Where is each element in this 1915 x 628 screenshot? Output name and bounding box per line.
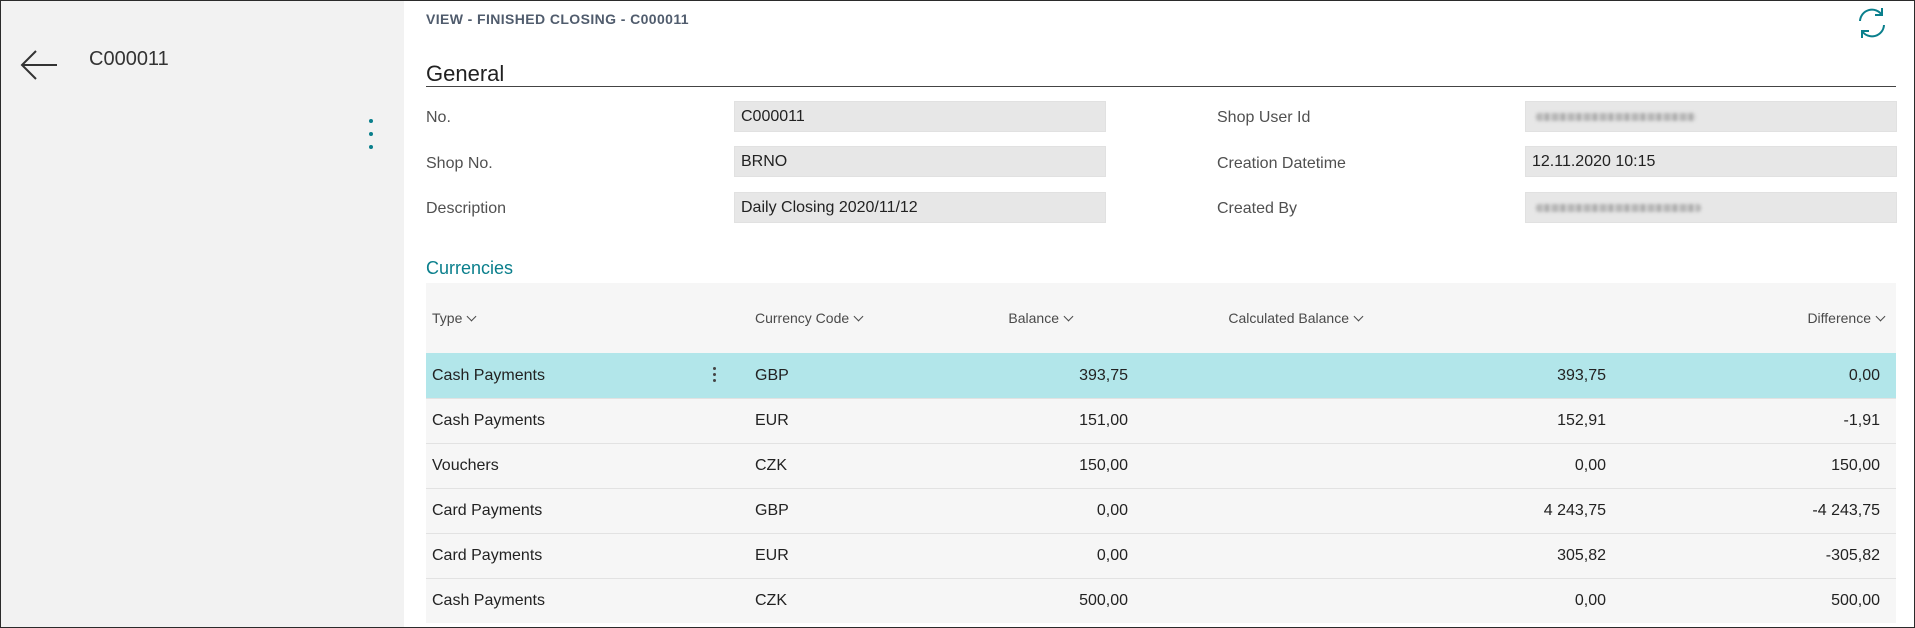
cell-currency-code: EUR [755, 412, 789, 429]
no-field[interactable]: C000011 [734, 101, 1106, 132]
cell-calculated-balance: 4 243,75 [1543, 502, 1606, 519]
cell-type: Cash Payments [432, 592, 545, 609]
column-header-difference[interactable]: Difference [1807, 310, 1886, 326]
cell-type: Cash Payments [432, 412, 545, 429]
created-by-label: Created By [1217, 200, 1298, 217]
record-title: C000011 [89, 48, 169, 70]
creation-datetime-label: Creation Datetime [1217, 155, 1346, 172]
creation-datetime-field[interactable]: 12.11.2020 10:15 [1525, 146, 1897, 177]
shop-no-field[interactable]: BRNO [734, 146, 1106, 177]
table-row[interactable]: Cash Payments CZK 500,00 0,00 500,00 [426, 578, 1896, 623]
cell-balance: 151,00 [1079, 412, 1128, 429]
cell-balance: 0,00 [1096, 502, 1128, 519]
cell-currency-code: GBP [755, 367, 789, 384]
cell-balance: 0,00 [1096, 547, 1128, 564]
shop-user-id-field[interactable] [1525, 101, 1897, 132]
cell-currency-code: CZK [755, 592, 787, 609]
chevron-down-icon [1353, 311, 1364, 322]
description-label: Description [426, 200, 507, 217]
table-row[interactable]: Cash Payments GBP 393,75 393,75 0,00 [426, 353, 1896, 398]
refresh-icon [1859, 8, 1885, 38]
column-header-currency-code[interactable]: Currency Code [755, 310, 864, 326]
shop-no-label: Shop No. [426, 155, 493, 172]
section-divider [426, 86, 1896, 87]
cell-difference: -1,91 [1843, 412, 1880, 429]
arrow-left-icon [20, 50, 57, 80]
cell-balance: 150,00 [1079, 457, 1128, 474]
currencies-section-title[interactable]: Currencies [426, 258, 513, 279]
cell-calculated-balance: 305,82 [1557, 547, 1606, 564]
general-section-title: General [426, 61, 505, 86]
cell-difference: 500,00 [1831, 592, 1880, 609]
cell-type: Vouchers [432, 457, 499, 474]
cell-balance: 393,75 [1079, 367, 1128, 384]
description-field[interactable]: Daily Closing 2020/11/12 [734, 192, 1106, 223]
table-row[interactable]: Card Payments GBP 0,00 4 243,75 -4 243,75 [426, 488, 1896, 533]
cell-difference: 150,00 [1831, 457, 1880, 474]
cell-calculated-balance: 393,75 [1557, 367, 1606, 384]
more-vertical-icon [709, 367, 719, 382]
table-row[interactable]: Vouchers CZK 150,00 0,00 150,00 [426, 443, 1896, 488]
column-header-calculated-balance[interactable]: Calculated Balance [1228, 310, 1364, 326]
cell-currency-code: EUR [755, 547, 789, 564]
table-row[interactable]: Card Payments EUR 0,00 305,82 -305,82 [426, 533, 1896, 578]
row-actions-button[interactable] [709, 367, 719, 387]
chevron-down-icon [1875, 311, 1886, 322]
cell-difference: -4 243,75 [1812, 502, 1880, 519]
refresh-button[interactable] [1854, 5, 1890, 41]
cell-calculated-balance: 152,91 [1557, 412, 1606, 429]
table-body: Cash Payments GBP 393,75 393,75 0,00 Cash Pay… [426, 353, 1896, 623]
cell-type: Card Payments [432, 547, 543, 564]
shop-user-id-label: Shop User Id [1217, 109, 1311, 126]
table-row[interactable]: Cash Payments EUR 151,00 152,91 -1,91 [426, 398, 1896, 443]
chevron-down-icon [466, 311, 477, 322]
page-caption: VIEW - FINISHED CLOSING - C000011 [426, 11, 689, 27]
navigation-pane: C000011 [1, 1, 404, 627]
cell-balance: 500,00 [1079, 592, 1128, 609]
cell-currency-code: GBP [755, 502, 789, 519]
currencies-table: Type Currency Code Balance Calculated Ba… [426, 283, 1896, 623]
page-content: VIEW - FINISHED CLOSING - C000011 Genera… [404, 1, 1914, 627]
back-button[interactable] [19, 45, 59, 85]
table-header: Type Currency Code Balance Calculated Ba… [426, 283, 1896, 353]
more-vertical-icon [363, 119, 379, 149]
cell-difference: -305,82 [1825, 547, 1880, 564]
redacted-value [1536, 204, 1701, 212]
cell-difference: 0,00 [1848, 367, 1880, 384]
more-actions-button[interactable] [363, 119, 379, 159]
cell-type: Card Payments [432, 502, 543, 519]
cell-calculated-balance: 0,00 [1574, 457, 1606, 474]
chevron-down-icon [1063, 311, 1074, 322]
column-header-type[interactable]: Type [432, 310, 477, 326]
chevron-down-icon [853, 311, 864, 322]
created-by-field[interactable] [1525, 192, 1897, 223]
cell-currency-code: CZK [755, 457, 787, 474]
cell-calculated-balance: 0,00 [1574, 592, 1606, 609]
no-label: No. [426, 109, 451, 126]
redacted-value [1536, 113, 1696, 121]
cell-type: Cash Payments [432, 367, 545, 384]
column-header-balance[interactable]: Balance [1008, 310, 1074, 326]
